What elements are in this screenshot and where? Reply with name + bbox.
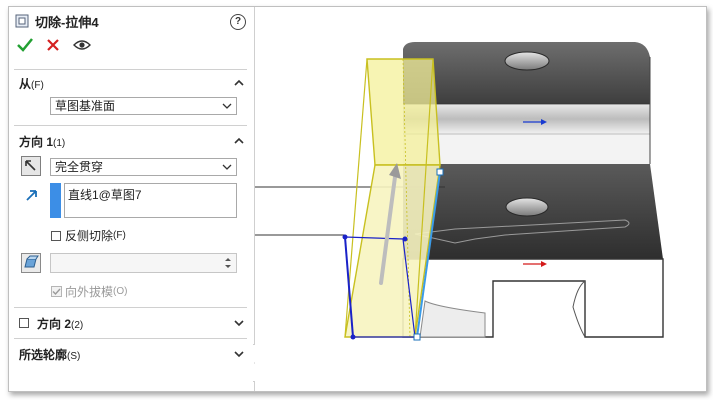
selection-color-swatch: [50, 183, 61, 218]
direction2-label: 方向 2: [37, 316, 72, 331]
end-condition-value: 完全贯穿: [55, 160, 104, 174]
from-section-header[interactable]: 从(F): [9, 72, 254, 94]
feature-cut-extrude-icon: [15, 14, 29, 28]
draft-outward-label: 向外拔模: [65, 285, 114, 299]
cancel-button[interactable]: [47, 38, 59, 54]
chevron-down-icon[interactable]: [234, 318, 244, 328]
selected-contours-hint: (S): [67, 350, 81, 362]
from-hint: (F): [31, 79, 44, 91]
chevron-up-icon[interactable]: [234, 78, 244, 88]
cancel-x-icon: [47, 38, 59, 51]
flip-side-hint: (F): [113, 230, 126, 241]
divider: [14, 338, 247, 339]
direction1-hint: (1): [53, 137, 66, 149]
direction2-section-header[interactable]: 方向 2(2): [9, 312, 254, 334]
selected-contours-label: 所选轮廓: [19, 347, 68, 362]
preview-eye-icon: [73, 39, 91, 50]
preview-button[interactable]: [73, 39, 91, 54]
divider: [14, 125, 247, 126]
selected-contours-section-label: 所选轮廓(S): [19, 346, 80, 363]
draft-icon: [24, 255, 39, 268]
checkbox-box[interactable]: [51, 230, 61, 241]
checkbox-checked-icon[interactable]: [51, 286, 62, 297]
direction-arrow-icon: [26, 190, 37, 201]
flip-direction-button[interactable]: [21, 156, 41, 176]
end-condition-select[interactable]: 完全贯穿: [50, 158, 237, 176]
divider: [14, 307, 247, 308]
property-manager-panel: 切除-拉伸4 ? 从(F) 草图基准面 方向 1(1) 完全贯穿 直线1@草图7…: [9, 7, 255, 391]
from-section-label: 从(F): [19, 75, 44, 92]
chevron-down-icon: [222, 103, 232, 109]
selection-item[interactable]: 直线1@草图7: [65, 184, 236, 205]
selected-contours-header[interactable]: 所选轮廓(S): [9, 343, 254, 365]
direction2-section-label: 方向 2(2): [37, 315, 83, 332]
direction1-section-label: 方向 1(1): [19, 133, 65, 150]
draft-angle-spinbox[interactable]: [50, 253, 237, 273]
draft-outward-hint: (O): [113, 286, 128, 297]
part-lower-block: [402, 164, 664, 338]
feature-title: 切除-拉伸4: [35, 14, 99, 30]
chevron-up-icon[interactable]: [234, 136, 244, 146]
spinner-arrows-icon[interactable]: [222, 255, 234, 271]
draft-toggle-button[interactable]: [21, 253, 41, 273]
help-button[interactable]: ?: [230, 14, 246, 30]
model-view[interactable]: [255, 7, 706, 391]
direction-selection-box[interactable]: 直线1@草图7: [64, 183, 237, 218]
direction1-section-header[interactable]: 方向 1(1): [9, 130, 254, 152]
flip-side-label: 反侧切除: [65, 229, 114, 243]
chevron-down-icon: [222, 164, 232, 170]
ok-check-icon: [17, 37, 33, 52]
from-label: 从: [19, 76, 32, 91]
graphics-viewport[interactable]: [255, 7, 706, 391]
draft-outward-checkbox[interactable]: 向外拔模 (O): [51, 283, 127, 300]
chevron-down-icon[interactable]: [234, 349, 244, 359]
flip-direction-icon: [25, 160, 36, 171]
direction2-checkbox[interactable]: [19, 318, 29, 328]
divider: [14, 69, 247, 70]
direction2-hint: (2): [71, 319, 84, 331]
flip-side-to-cut-checkbox[interactable]: 反侧切除 (F): [51, 227, 126, 244]
action-buttons: [9, 35, 254, 57]
feature-title-bar: 切除-拉伸4 ?: [9, 9, 254, 33]
property-manager-window: 切除-拉伸4 ? 从(F) 草图基准面 方向 1(1) 完全贯穿 直线1@草图7…: [8, 6, 707, 392]
from-select-value: 草图基准面: [55, 99, 116, 113]
ok-button[interactable]: [17, 37, 33, 55]
from-select[interactable]: 草图基准面: [50, 97, 237, 115]
direction1-label: 方向 1: [19, 134, 54, 149]
part-upper-block: [403, 42, 651, 164]
